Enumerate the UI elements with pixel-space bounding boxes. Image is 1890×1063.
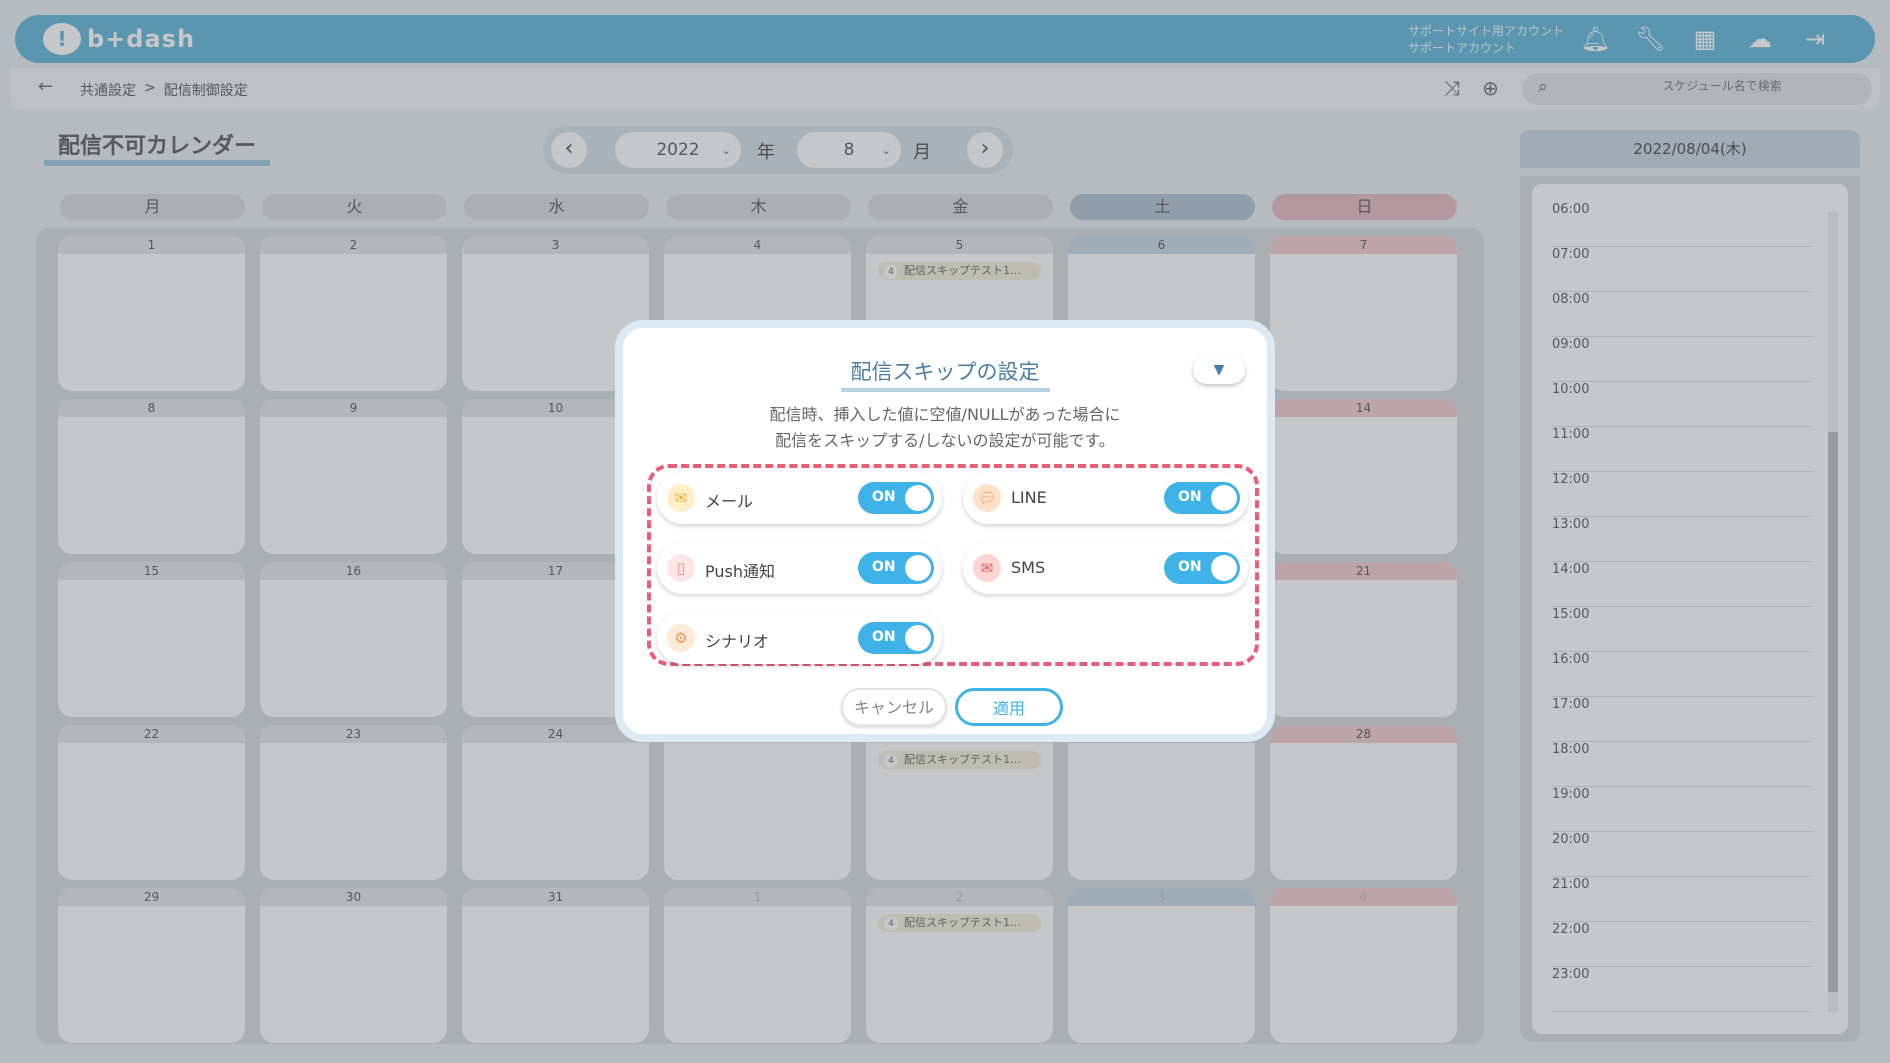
toggle-knob [1211, 555, 1237, 581]
beginner-mark-icon[interactable]: ▼ [1193, 356, 1245, 384]
toggle-row-push: ▯ Push通知 ON [657, 542, 942, 594]
toggle-label: LINE [1011, 488, 1047, 507]
scenario-toggle[interactable]: ON [858, 622, 934, 654]
push-phone-icon: ▯ [667, 554, 695, 582]
apply-button[interactable]: 適用 [955, 688, 1063, 726]
toggle-row-scenario: ⚙ シナリオ ON [657, 612, 942, 664]
highlight-frame: ✉ メール ON 💬︎ LINE ON ▯ Push通知 ON ✉ SMS ON… [647, 464, 1259, 666]
cancel-button[interactable]: キャンセル [841, 688, 947, 726]
mail-toggle[interactable]: ON [858, 482, 934, 514]
skip-settings-modal: 配信スキップの設定 ▼ 配信時、挿入した値に空値/NULLがあった場合に 配信を… [615, 320, 1275, 742]
toggle-state: ON [872, 559, 896, 575]
modal-title: 配信スキップの設定 [623, 356, 1267, 392]
line-icon: 💬︎ [973, 484, 1001, 512]
toggle-label: シナリオ [705, 632, 770, 651]
mail-icon: ✉ [667, 484, 695, 512]
toggle-label: SMS [1011, 558, 1046, 577]
desc-line-2: 配信をスキップする/しないの設定が可能です。 [775, 431, 1115, 450]
toggle-row-sms: ✉ SMS ON [963, 542, 1248, 594]
toggle-knob [905, 625, 931, 651]
toggle-row-mail: ✉ メール ON [657, 472, 942, 524]
toggle-state: ON [872, 629, 896, 645]
toggle-label: メール [705, 492, 754, 511]
toggle-knob [1211, 485, 1237, 511]
toggle-state: ON [1178, 489, 1202, 505]
toggle-label: Push通知 [705, 562, 775, 581]
toggle-state: ON [872, 489, 896, 505]
sms-toggle[interactable]: ON [1164, 552, 1240, 584]
desc-line-1: 配信時、挿入した値に空値/NULLがあった場合に [769, 405, 1121, 424]
scenario-flow-icon: ⚙ [667, 624, 695, 652]
push-toggle[interactable]: ON [858, 552, 934, 584]
modal-description: 配信時、挿入した値に空値/NULLがあった場合に 配信をスキップする/しないの設… [623, 402, 1267, 454]
toggle-knob [905, 555, 931, 581]
toggle-knob [905, 485, 931, 511]
toggle-state: ON [1178, 559, 1202, 575]
line-toggle[interactable]: ON [1164, 482, 1240, 514]
sms-icon: ✉ [973, 554, 1001, 582]
toggle-row-line: 💬︎ LINE ON [963, 472, 1248, 524]
